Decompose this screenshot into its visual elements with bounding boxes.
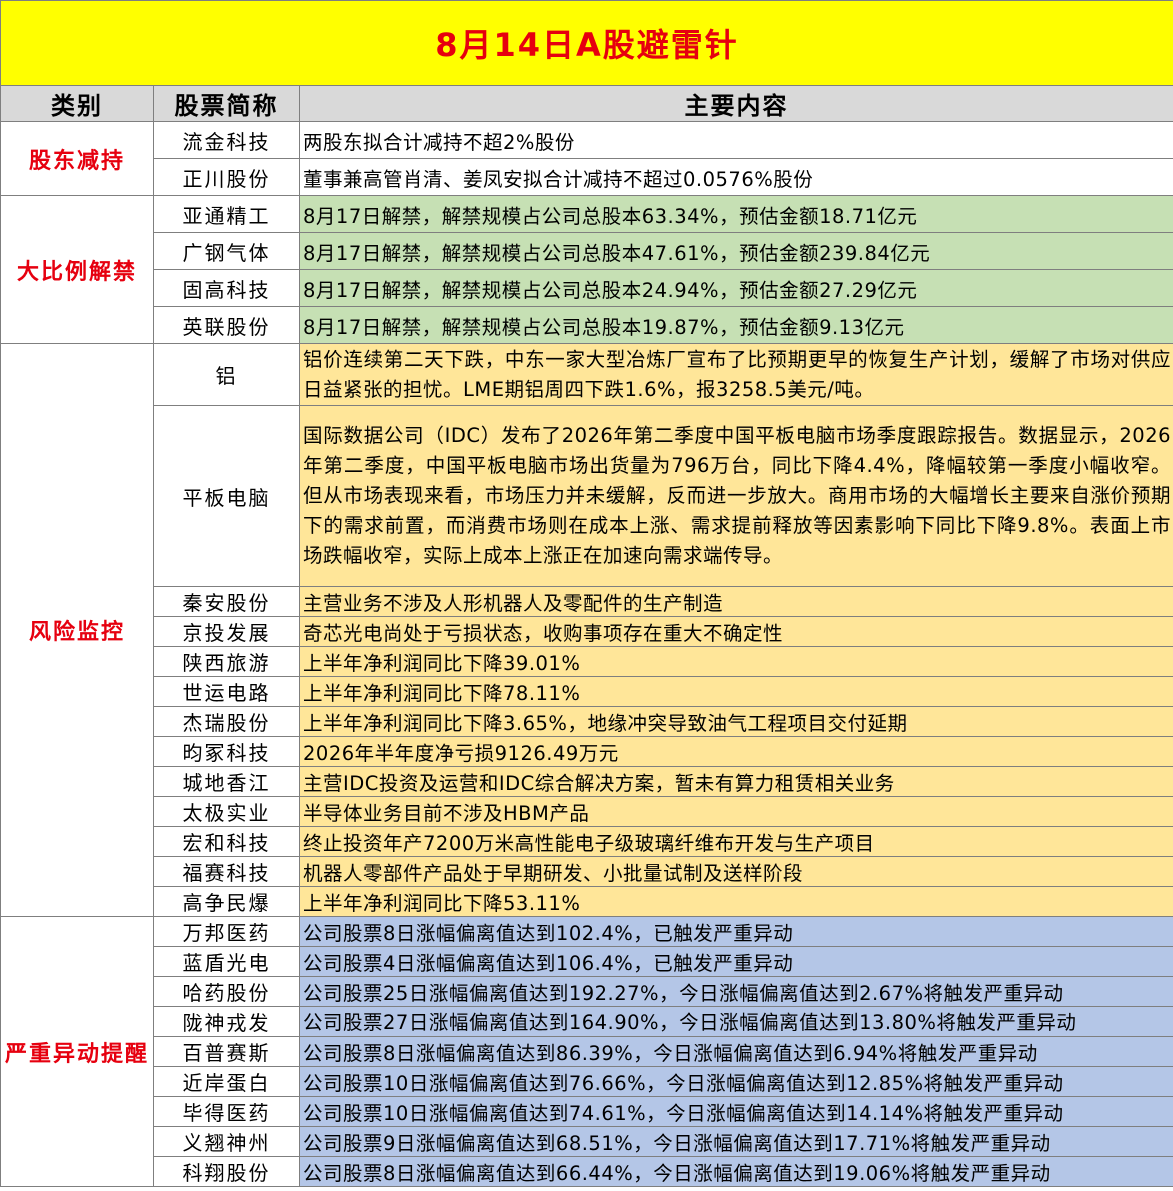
content-cell: 两股东拟合计减持不超2%股份 <box>298 121 1173 159</box>
content-cell: 主营业务不涉及人形机器人及零配件的生产制造 <box>298 586 1173 617</box>
stock-name: 杰瑞股份 <box>153 706 300 737</box>
stock-name: 固高科技 <box>153 269 300 307</box>
table-row: 宏和科技 终止投资年产7200万米高性能电子级玻璃纤维布开发与生产项目 <box>1 826 1173 857</box>
lightning-rod-table: 8月14日A股避雷针 类别 股票简称 主要内容 股东减持 流金科技 两股东拟合计… <box>0 0 1173 1187</box>
content-cell: 主营IDC投资及运营和IDC综合解决方案，暂未有算力租赁相关业务 <box>298 766 1173 797</box>
stock-name: 陇神戎发 <box>153 1006 300 1037</box>
table-row: 陇神戎发 公司股票27日涨幅偏离值达到164.90%，今日涨幅偏离值达到13.8… <box>1 1006 1173 1037</box>
stock-name: 太极实业 <box>153 796 300 827</box>
content-cell: 国际数据公司（IDC）发布了2026年第二季度中国平板电脑市场季度跟踪报告。数据… <box>298 405 1173 587</box>
stock-name: 高争民爆 <box>153 886 300 917</box>
table-row: 大比例解禁 亚通精工 8月17日解禁，解禁规模占公司总股本63.34%，预估金额… <box>0 195 1173 344</box>
content-cell: 铝价连续第二天下跌，中东一家大型冶炼厂宣布了比预期更早的恢复生产计划，缓解了市场… <box>298 343 1173 406</box>
content-cell: 8月17日解禁，解禁规模占公司总股本47.61%，预估金额239.84亿元 <box>298 232 1173 270</box>
table-row: 股东减持 流金科技 两股东拟合计减持不超2%股份 <box>0 121 1173 196</box>
content-cell: 8月17日解禁，解禁规模占公司总股本63.34%，预估金额18.71亿元 <box>298 195 1173 233</box>
table-row: 秦安股份 主营业务不涉及人形机器人及零配件的生产制造 <box>1 586 1173 617</box>
stock-name: 义翘神州 <box>153 1126 300 1157</box>
stock-name: 广钢气体 <box>153 232 300 270</box>
table-row: 平板电脑 国际数据公司（IDC）发布了2026年第二季度中国平板电脑市场季度跟踪… <box>1 405 1173 587</box>
stock-name: 秦安股份 <box>153 586 300 617</box>
content-cell: 公司股票10日涨幅偏离值达到76.66%，今日涨幅偏离值达到12.85%将触发严… <box>298 1066 1173 1097</box>
header-category: 类别 <box>0 85 154 122</box>
stock-name: 万邦医药 <box>153 916 300 947</box>
content-cell: 公司股票25日涨幅偏离值达到192.27%，今日涨幅偏离值达到2.67%将触发严… <box>298 976 1173 1007</box>
table-row: 太极实业 半导体业务目前不涉及HBM产品 <box>1 796 1173 827</box>
table-row: 正川股份 董事兼高管肖清、姜凤安拟合计减持不超过0.0576%股份 <box>1 158 1173 196</box>
table-row: 蓝盾光电 公司股票4日涨幅偏离值达到106.4%，已触发严重异动 <box>1 946 1173 977</box>
table-row: 百普赛斯 公司股票8日涨幅偏离值达到86.39%，今日涨幅偏离值达到6.94%将… <box>1 1036 1173 1067</box>
content-cell: 董事兼高管肖清、姜凤安拟合计减持不超过0.0576%股份 <box>298 158 1173 196</box>
stock-name: 宏和科技 <box>153 826 300 857</box>
table-row: 英联股份 8月17日解禁，解禁规模占公司总股本19.87%，预估金额9.13亿元 <box>1 306 1173 344</box>
stock-name: 哈药股份 <box>153 976 300 1007</box>
table-row: 昀冢科技 2026年半年度净亏损9126.49万元 <box>1 736 1173 767</box>
table-row: 杰瑞股份 上半年净利润同比下降3.65%，地缘冲突导致油气工程项目交付延期 <box>1 706 1173 737</box>
content-cell: 机器人零部件产品处于早期研发、小批量试制及送样阶段 <box>298 856 1173 887</box>
category-cell: 股东减持 <box>0 121 154 196</box>
content-cell: 奇芯光电尚处于亏损状态，收购事项存在重大不确定性 <box>298 616 1173 647</box>
table-row: 高争民爆 上半年净利润同比下降53.11% <box>1 886 1173 917</box>
page-title: 8月14日A股避雷针 <box>0 0 1173 86</box>
content-text: 公司股票27日涨幅偏离值达到164.90%，今日涨幅偏离值达到13.80%将触发… <box>303 1011 1077 1034</box>
stock-name: 毕得医药 <box>153 1096 300 1127</box>
category-cell: 风险监控 <box>0 343 154 917</box>
table-row: 世运电路 上半年净利润同比下降78.11% <box>1 676 1173 707</box>
table-row: 毕得医药 公司股票10日涨幅偏离值达到74.61%，今日涨幅偏离值达到14.14… <box>1 1096 1173 1127</box>
stock-name: 百普赛斯 <box>153 1036 300 1067</box>
table-row: 义翘神州 公司股票9日涨幅偏离值达到68.51%，今日涨幅偏离值达到17.71%… <box>1 1126 1173 1157</box>
content-cell: 上半年净利润同比下降3.65%，地缘冲突导致油气工程项目交付延期 <box>298 706 1173 737</box>
table-row: 陕西旅游 上半年净利润同比下降39.01% <box>1 646 1173 677</box>
stock-name: 亚通精工 <box>153 195 300 233</box>
content-cell: 终止投资年产7200万米高性能电子级玻璃纤维布开发与生产项目 <box>298 826 1173 857</box>
content-cell: 上半年净利润同比下降53.11% <box>298 886 1173 917</box>
header-stock: 股票简称 <box>153 85 300 122</box>
stock-name: 英联股份 <box>153 306 300 344</box>
stock-name: 近岸蛋白 <box>153 1066 300 1097</box>
stock-name: 陕西旅游 <box>153 646 300 677</box>
stock-name: 福赛科技 <box>153 856 300 887</box>
table-row: 科翔股份 公司股票8日涨幅偏离值达到66.44%，今日涨幅偏离值达到19.06%… <box>1 1156 1173 1187</box>
content-cell: 公司股票9日涨幅偏离值达到68.51%，今日涨幅偏离值达到17.71%将触发严重… <box>298 1126 1173 1157</box>
table-row: 近岸蛋白 公司股票10日涨幅偏离值达到76.66%，今日涨幅偏离值达到12.85… <box>1 1066 1173 1097</box>
stock-name: 京投发展 <box>153 616 300 647</box>
content-cell: 公司股票8日涨幅偏离值达到102.4%，已触发严重异动 <box>298 916 1173 947</box>
content-cell: 8月17日解禁，解禁规模占公司总股本19.87%，预估金额9.13亿元 <box>298 306 1173 344</box>
content-cell: 半导体业务目前不涉及HBM产品 <box>298 796 1173 827</box>
stock-name: 世运电路 <box>153 676 300 707</box>
title-row: 8月14日A股避雷针 <box>0 0 1173 86</box>
header-row: 类别 股票简称 主要内容 <box>0 85 1173 122</box>
category-cell: 大比例解禁 <box>0 195 154 344</box>
stock-name: 昀冢科技 <box>153 736 300 767</box>
table-row: 严重异动提醒 万邦医药 公司股票8日涨幅偏离值达到102.4%，已触发严重异动 <box>0 916 1173 1187</box>
content-cell: 8月17日解禁，解禁规模占公司总股本24.94%，预估金额27.29亿元 <box>298 269 1173 307</box>
content-cell: 公司股票8日涨幅偏离值达到86.39%，今日涨幅偏离值达到6.94%将触发严重异… <box>298 1036 1173 1067</box>
content-cell: 公司股票4日涨幅偏离值达到106.4%，已触发严重异动 <box>298 946 1173 977</box>
table-row: 福赛科技 机器人零部件产品处于早期研发、小批量试制及送样阶段 <box>1 856 1173 887</box>
stock-name: 正川股份 <box>153 158 300 196</box>
table-row: 风险监控 铝 铝价连续第二天下跌，中东一家大型冶炼厂宣布了比预期更早的恢复生产计… <box>0 343 1173 917</box>
table-row: 固高科技 8月17日解禁，解禁规模占公司总股本24.94%，预估金额27.29亿… <box>1 269 1173 307</box>
table-row: 哈药股份 公司股票25日涨幅偏离值达到192.27%，今日涨幅偏离值达到2.67… <box>1 976 1173 1007</box>
stock-name: 科翔股份 <box>153 1156 300 1187</box>
stock-name: 城地香江 <box>153 766 300 797</box>
stock-name: 平板电脑 <box>153 405 300 587</box>
stock-name: 铝 <box>153 343 300 406</box>
table-row: 城地香江 主营IDC投资及运营和IDC综合解决方案，暂未有算力租赁相关业务 <box>1 766 1173 797</box>
stock-name: 流金科技 <box>153 121 300 159</box>
category-cell: 严重异动提醒 <box>0 916 154 1187</box>
table-row: 京投发展 奇芯光电尚处于亏损状态，收购事项存在重大不确定性 <box>1 616 1173 647</box>
content-cell: 上半年净利润同比下降39.01% <box>298 646 1173 677</box>
content-cell: 上半年净利润同比下降78.11% <box>298 676 1173 707</box>
content-cell: 2026年半年度净亏损9126.49万元 <box>298 736 1173 767</box>
content-cell: 公司股票8日涨幅偏离值达到66.44%，今日涨幅偏离值达到19.06%将触发严重… <box>298 1156 1173 1187</box>
stock-name: 蓝盾光电 <box>153 946 300 977</box>
table-row: 广钢气体 8月17日解禁，解禁规模占公司总股本47.61%，预估金额239.84… <box>1 232 1173 270</box>
content-cell: 公司股票10日涨幅偏离值达到74.61%，今日涨幅偏离值达到14.14%将触发严… <box>298 1096 1173 1127</box>
header-content: 主要内容 <box>298 85 1173 122</box>
content-cell: 公司股票27日涨幅偏离值达到164.90%，今日涨幅偏离值达到13.80%将触发… <box>298 1006 1173 1037</box>
